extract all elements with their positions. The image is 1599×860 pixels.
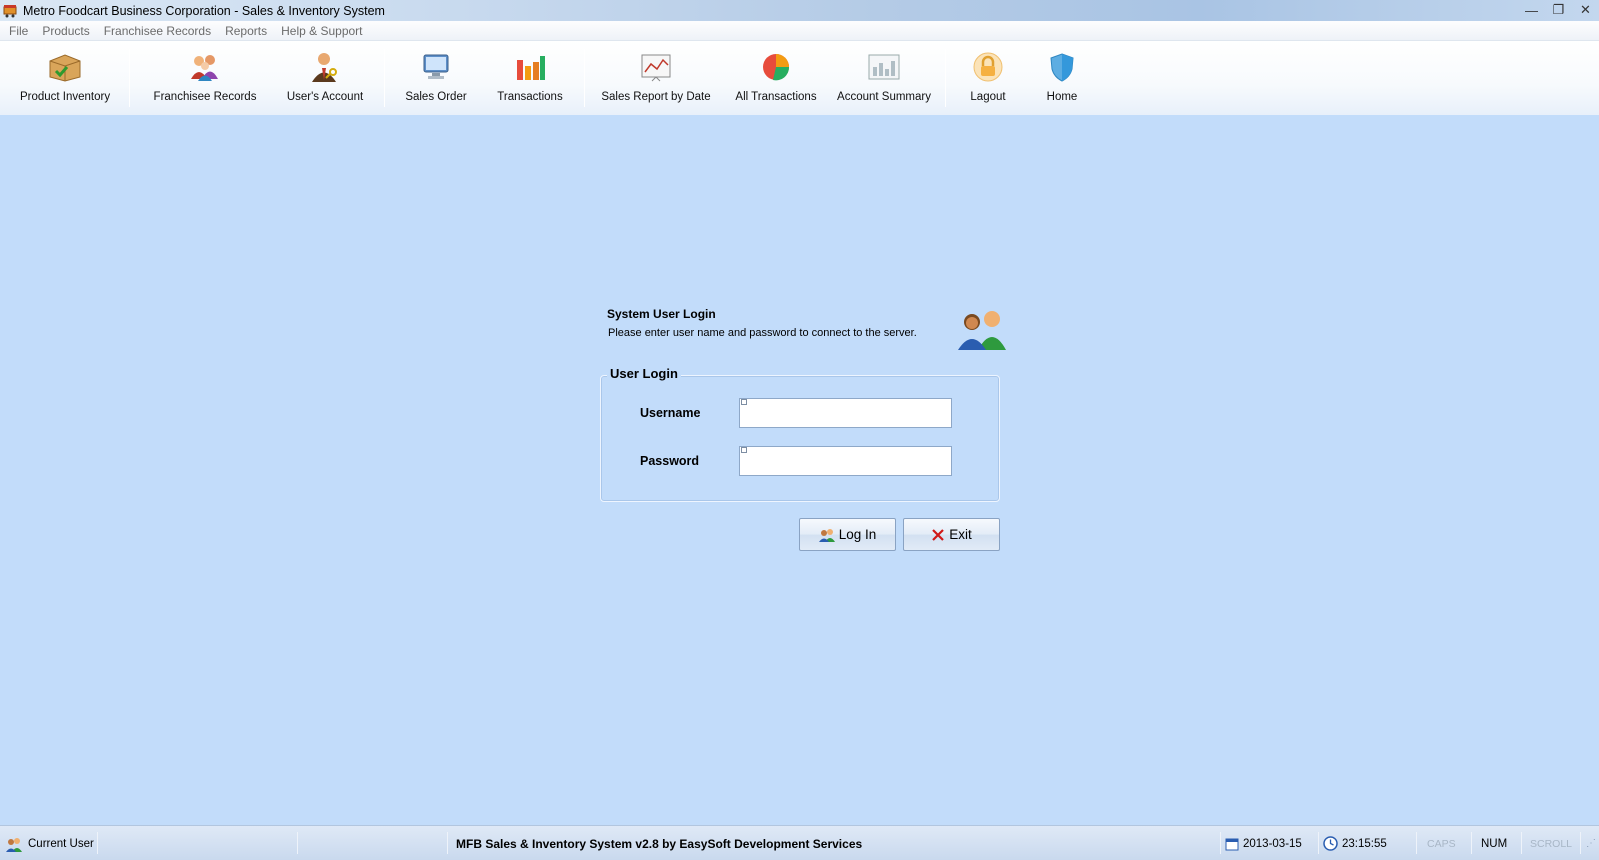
sales-report-by-date-button[interactable]: Sales Report by Date bbox=[601, 49, 711, 103]
toolbar-separator bbox=[384, 49, 385, 107]
status-separator bbox=[97, 832, 98, 854]
logout-label: Lagout bbox=[970, 91, 1006, 103]
account-summary-button[interactable]: Account Summary bbox=[837, 49, 931, 103]
x-icon bbox=[931, 528, 945, 542]
user-login-group-title: User Login bbox=[607, 366, 681, 381]
monitor-icon bbox=[418, 49, 454, 85]
box-icon bbox=[47, 49, 83, 85]
date-value: 2013-03-15 bbox=[1243, 837, 1302, 850]
login-button-label: Log In bbox=[838, 527, 877, 542]
time-value: 23:15:55 bbox=[1342, 837, 1387, 850]
field-marker bbox=[741, 447, 747, 453]
all-transactions-label: All Transactions bbox=[735, 91, 817, 103]
status-bar: Current User MFB Sales & Inventory Syste… bbox=[0, 825, 1599, 860]
users-account-label: User's Account bbox=[286, 91, 364, 103]
toolbar-separator bbox=[584, 49, 585, 107]
title-bar: Metro Foodcart Business Corporation - Sa… bbox=[0, 0, 1599, 21]
bar-chart-icon bbox=[512, 49, 548, 85]
pie-chart-icon bbox=[758, 49, 794, 85]
user-key-icon bbox=[307, 49, 343, 85]
sales-order-label: Sales Order bbox=[405, 91, 467, 103]
status-separator bbox=[1580, 832, 1581, 854]
exit-button-label: Exit bbox=[949, 527, 972, 542]
transactions-label: Transactions bbox=[497, 91, 563, 103]
login-button[interactable]: Log In bbox=[799, 518, 896, 551]
menu-reports[interactable]: Reports bbox=[218, 24, 274, 38]
table-chart-icon bbox=[866, 49, 902, 85]
toolbar: Product Inventory Franchisee Records Use… bbox=[0, 41, 1599, 115]
status-separator bbox=[1220, 832, 1221, 854]
field-marker bbox=[741, 399, 747, 405]
time-panel: 23:15:55 bbox=[1323, 826, 1387, 860]
status-separator bbox=[447, 832, 448, 854]
transactions-button[interactable]: Transactions bbox=[497, 49, 563, 103]
clock-icon bbox=[1323, 836, 1338, 851]
product-inventory-label: Product Inventory bbox=[19, 91, 111, 103]
lock-icon bbox=[970, 49, 1006, 85]
minimize-button[interactable]: — bbox=[1518, 0, 1545, 20]
product-inventory-button[interactable]: Product Inventory bbox=[19, 49, 111, 103]
caps-indicator: CAPS bbox=[1427, 837, 1456, 850]
restore-button[interactable]: ❐ bbox=[1545, 0, 1572, 20]
password-input[interactable] bbox=[739, 446, 952, 476]
users-icon bbox=[956, 308, 1008, 350]
status-separator bbox=[297, 832, 298, 854]
menu-franchisee-records[interactable]: Franchisee Records bbox=[97, 24, 218, 38]
sales-report-by-date-label: Sales Report by Date bbox=[601, 91, 711, 103]
home-button[interactable]: Home bbox=[1042, 49, 1082, 103]
app-info: MFB Sales & Inventory System v2.8 by Eas… bbox=[456, 836, 863, 851]
status-separator bbox=[1521, 832, 1522, 854]
home-label: Home bbox=[1046, 91, 1078, 103]
toolbar-separator bbox=[129, 49, 130, 107]
line-chart-icon bbox=[638, 49, 674, 85]
account-summary-label: Account Summary bbox=[837, 91, 931, 103]
user-login-group bbox=[600, 375, 1000, 502]
password-label: Password bbox=[640, 454, 700, 468]
logout-button[interactable]: Lagout bbox=[966, 49, 1010, 103]
people-icon bbox=[187, 49, 223, 85]
resize-grip[interactable]: ⋰ bbox=[1586, 826, 1596, 860]
menu-bar: File Products Franchisee Records Reports… bbox=[0, 21, 1599, 41]
current-user-panel: Current User bbox=[6, 826, 94, 860]
menu-file[interactable]: File bbox=[2, 24, 35, 38]
username-input[interactable] bbox=[739, 398, 952, 428]
menu-products[interactable]: Products bbox=[35, 24, 96, 38]
shield-icon bbox=[1044, 49, 1080, 85]
login-subtitle: Please enter user name and password to c… bbox=[608, 327, 917, 339]
scroll-indicator: SCROLL bbox=[1530, 837, 1573, 850]
users-icon bbox=[6, 836, 22, 852]
franchisee-records-label: Franchisee Records bbox=[153, 91, 257, 103]
users-account-button[interactable]: User's Account bbox=[286, 49, 364, 103]
all-transactions-button[interactable]: All Transactions bbox=[735, 49, 817, 103]
calendar-icon bbox=[1225, 837, 1239, 851]
exit-button[interactable]: Exit bbox=[903, 518, 1000, 551]
close-button[interactable]: ✕ bbox=[1572, 0, 1599, 20]
num-indicator: NUM bbox=[1481, 837, 1508, 850]
current-user-label: Current User bbox=[28, 837, 94, 850]
franchisee-records-button[interactable]: Franchisee Records bbox=[153, 49, 257, 103]
menu-help-support[interactable]: Help & Support bbox=[274, 24, 369, 38]
status-separator bbox=[1471, 832, 1472, 854]
toolbar-separator bbox=[945, 49, 946, 107]
window-title: Metro Foodcart Business Corporation - Sa… bbox=[23, 3, 385, 18]
login-title: System User Login bbox=[607, 307, 716, 321]
sales-order-button[interactable]: Sales Order bbox=[404, 49, 468, 103]
status-separator bbox=[1416, 832, 1417, 854]
status-separator bbox=[1318, 832, 1319, 854]
food-cart-icon bbox=[3, 4, 17, 18]
username-label: Username bbox=[640, 406, 701, 420]
users-icon bbox=[818, 528, 835, 542]
date-panel: 2013-03-15 bbox=[1225, 826, 1302, 860]
